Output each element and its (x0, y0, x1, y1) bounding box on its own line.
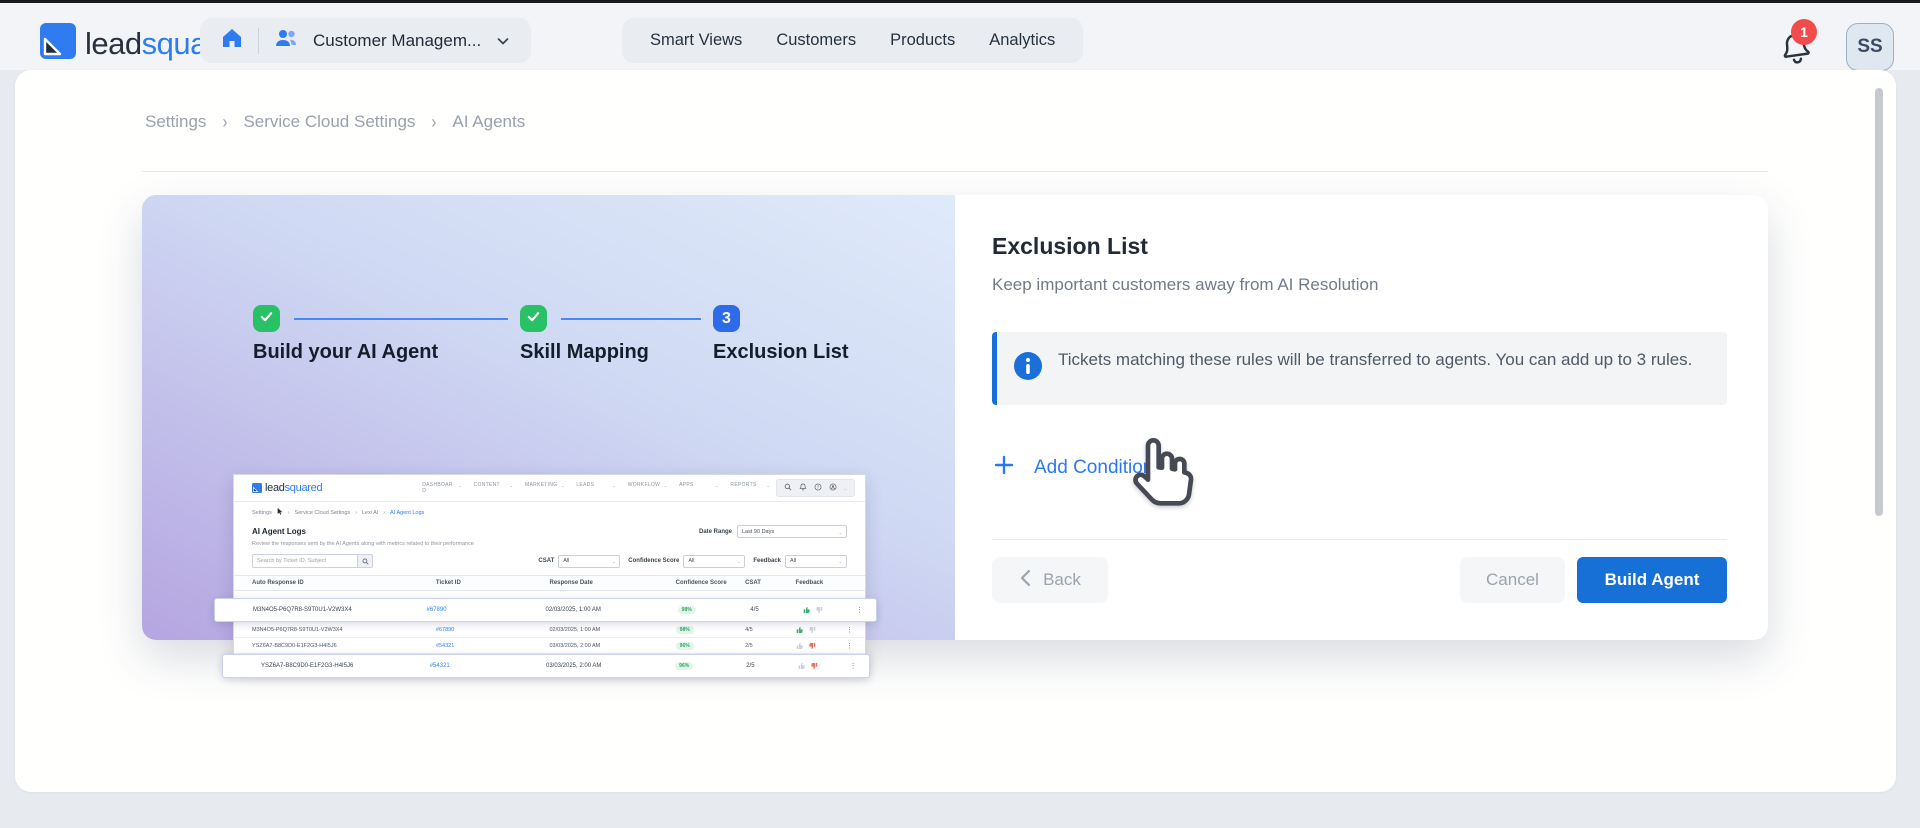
footer-divider (992, 539, 1727, 540)
nav-item-products[interactable]: Products (890, 31, 955, 50)
table-row: YSZ6A7-B8C9D0-E1F2G3-H4I5J6 #54321 03/03… (222, 654, 870, 678)
chevron-down-icon: ⌄ (843, 486, 847, 491)
table-row: M3N4O5-P6Q7R8-S9T0U1-V2W3X4 #67890 02/03… (234, 622, 865, 638)
wizard-illustration-panel: 3 Build your AI Agent Skill Mapping Excl… (142, 195, 955, 678)
add-conditions-button[interactable]: Add Conditions (992, 453, 1727, 482)
info-banner: Tickets matching these rules will be tra… (992, 332, 1727, 405)
preview-breadcrumb: Settings › Service Cloud Settings › Lexi… (252, 508, 425, 517)
help-icon: ? (814, 483, 822, 493)
footer-actions: Back Cancel Build Agent (992, 557, 1727, 603)
kebab-menu-icon: ⋮ (856, 607, 864, 614)
breadcrumb-settings[interactable]: Settings (145, 112, 206, 132)
main-content-panel: Settings › Service Cloud Settings › AI A… (15, 70, 1896, 792)
nav-item-customers[interactable]: Customers (776, 31, 856, 50)
step-2-skill-mapping-indicator[interactable] (520, 305, 547, 332)
preview-table: Auto Response ID Ticket ID Response Date… (214, 575, 877, 678)
chevron-down-icon[interactable] (495, 33, 511, 49)
topbar: leadsquared Customer Managem... Smart Vi… (0, 3, 1920, 71)
step-1-build-agent-indicator[interactable] (253, 305, 280, 332)
profile-icon (829, 483, 837, 493)
window-top-edge (0, 0, 1920, 3)
thumbs-up-icon (803, 606, 811, 614)
search-icon (357, 554, 373, 568)
preview-logo: leadsquared (252, 482, 323, 494)
step-1-label: Build your AI Agent (253, 341, 439, 363)
step-connector (561, 318, 701, 320)
page-title: Exclusion List (992, 233, 1148, 259)
thumbs-down-icon (810, 662, 818, 670)
back-button[interactable]: Back (992, 557, 1108, 603)
nav-item-smart-views[interactable]: Smart Views (650, 31, 742, 50)
chevron-down-icon: ⌄ (838, 529, 842, 535)
preview-search: Search by Ticket ID, Subject (252, 554, 373, 568)
ai-agent-logs-preview-image: leadsquared DASHBOARD ⌄ CONTENT ⌄ MARKETIN… (214, 474, 877, 678)
preview-nav: DASHBOARD ⌄ CONTENT ⌄ MARKETING ⌄ LEADS ⌄ WO… (422, 481, 770, 495)
page-subtitle: Keep important customers away from AI Re… (992, 275, 1379, 294)
preview-title: AI Agent Logs (252, 527, 306, 536)
svg-text:?: ? (816, 485, 819, 490)
thumbs-up-icon (798, 662, 806, 670)
check-icon (526, 309, 541, 329)
breadcrumb: Settings › Service Cloud Settings › AI A… (145, 111, 526, 133)
step-connector (294, 318, 508, 320)
bell-icon (799, 483, 807, 493)
mini-cursor-icon (277, 508, 283, 517)
pill-divider (258, 27, 259, 54)
home-icon[interactable] (220, 26, 244, 55)
table-row: M3N4O5-P6Q7R8-S9T0U1-V2W3X4 #67890 02/03… (214, 598, 877, 622)
nav-item-analytics[interactable]: Analytics (989, 31, 1055, 50)
workspace-selector-label[interactable]: Customer Managem... (313, 31, 481, 51)
exclusion-list-panel: Exclusion List Keep important customers … (955, 195, 1768, 640)
plus-icon (992, 453, 1016, 482)
scrollbar-thumb[interactable] (1875, 88, 1883, 516)
preview-topbar: leadsquared DASHBOARD ⌄ CONTENT ⌄ MARKETIN… (234, 475, 865, 502)
preview-filter-row: Search by Ticket ID, Subject CSAT All ⌄ Co… (234, 547, 865, 568)
hand-pointer-cursor (1118, 437, 1198, 526)
info-text: Tickets matching these rules will be tra… (1058, 350, 1693, 369)
workspace-pill: Customer Managem... (200, 18, 532, 63)
notification-badge: 1 (1791, 19, 1817, 45)
check-icon (259, 309, 274, 329)
preview-table-header: Auto Response ID Ticket ID Response Date… (234, 576, 865, 591)
kebab-menu-icon: ⋮ (846, 642, 854, 650)
users-icon (273, 27, 299, 54)
preview-date-range: Date Range Last 90 Days ⌄ (699, 525, 847, 538)
cancel-button[interactable]: Cancel (1460, 557, 1565, 603)
wizard-card: 3 Build your AI Agent Skill Mapping Excl… (142, 195, 1768, 678)
search-icon (784, 483, 792, 493)
leadsquared-logo-icon (40, 23, 76, 64)
thumbs-down-icon (808, 626, 816, 634)
table-row: YSZ6A7-B8C9D0-E1F2G3-H4I5J6 #54321 03/03… (234, 638, 865, 654)
info-icon (1013, 351, 1043, 386)
thumbs-down-icon (808, 642, 816, 650)
breadcrumb-separator-icon: › (431, 111, 437, 133)
thumbs-down-icon (815, 606, 823, 614)
breadcrumb-separator-icon: › (222, 111, 228, 133)
kebab-menu-icon: ⋮ (846, 626, 854, 634)
step-3-label: Exclusion List (713, 341, 849, 363)
thumbs-up-icon (796, 626, 804, 634)
preview-subtitle: Review the responses sent by the AI Agen… (252, 541, 474, 547)
breadcrumb-ai-agents: AI Agents (452, 112, 526, 131)
preview-icon-group: ? ⌄ (775, 479, 855, 497)
kebab-menu-icon: ⋮ (849, 663, 857, 670)
chevron-left-icon (1019, 569, 1033, 592)
main-nav: Smart Views Customers Products Analytics (622, 18, 1084, 63)
notifications-button[interactable]: 1 (1779, 19, 1821, 67)
breadcrumb-divider (142, 171, 1768, 172)
avatar[interactable]: SS (1846, 23, 1894, 71)
step-2-label: Skill Mapping (520, 341, 649, 363)
build-agent-button[interactable]: Build Agent (1577, 557, 1727, 603)
thumbs-up-icon (796, 642, 804, 650)
breadcrumb-service-cloud-settings[interactable]: Service Cloud Settings (243, 112, 415, 132)
step-3-exclusion-list-indicator[interactable]: 3 (713, 305, 740, 332)
